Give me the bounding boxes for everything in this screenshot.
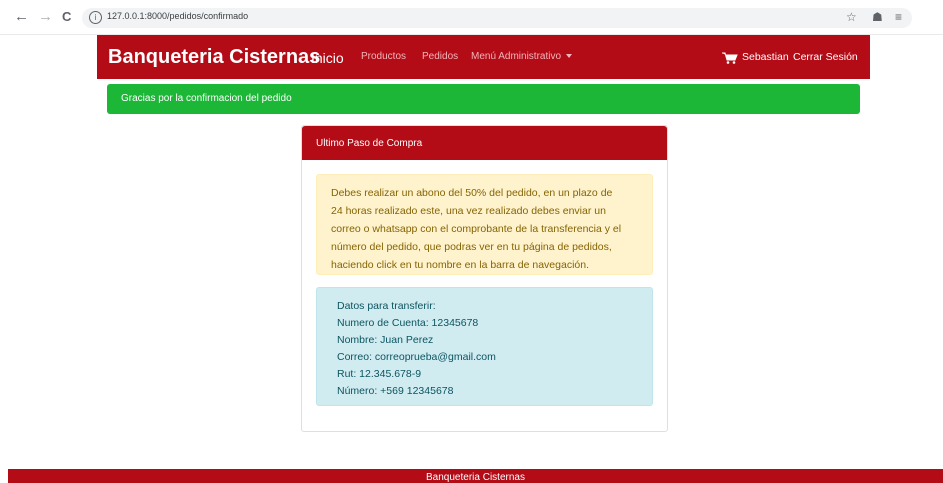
chevron-down-icon <box>566 54 573 59</box>
menu-icon[interactable]: ≡ <box>895 10 902 24</box>
transfer-email: Correo: correoprueba@gmail.com <box>337 351 496 363</box>
info-icon[interactable]: i <box>89 11 102 24</box>
nav-admin-label: Menú Administrativo <box>471 51 562 62</box>
transfer-heading: Datos para transferir: <box>337 300 436 312</box>
back-icon[interactable]: ← <box>14 9 29 25</box>
site-navbar: Banqueteria Cisternas Inicio Productos P… <box>97 35 870 79</box>
forward-icon[interactable]: → <box>38 9 53 25</box>
nav-user-link[interactable]: Sebastian <box>742 51 789 63</box>
url-text[interactable]: 127.0.0.1:8000/pedidos/confirmado <box>107 11 248 21</box>
nav-inicio[interactable]: Inicio <box>311 50 344 66</box>
payment-instructions-alert: Debes realizar un abono del 50% del pedi… <box>316 174 653 275</box>
transfer-data-alert: Datos para transferir: Numero de Cuenta:… <box>316 287 653 406</box>
extensions-icon[interactable]: ☗ <box>872 10 883 24</box>
nav-logout-link[interactable]: Cerrar Sesión <box>793 51 858 63</box>
brand-link[interactable]: Banqueteria Cisternas <box>108 46 320 69</box>
card-title: Ultimo Paso de Compra <box>316 138 423 149</box>
nav-admin-dropdown[interactable]: Menú Administrativo <box>471 51 573 62</box>
warning-line: número del pedido, que podras ver en tu … <box>331 241 612 253</box>
browser-toolbar: ← → C i 127.0.0.1:8000/pedidos/confirmad… <box>0 0 943 35</box>
warning-line: haciendo click en tu nombre en la barra … <box>331 259 589 271</box>
transfer-name: Nombre: Juan Perez <box>337 334 434 346</box>
transfer-account: Numero de Cuenta: 12345678 <box>337 317 479 329</box>
success-alert-text: Gracias por la confirmacion del pedido <box>121 93 292 104</box>
site-footer: Banqueteria Cisternas <box>8 469 943 483</box>
cart-icon[interactable] <box>722 52 738 64</box>
nav-productos[interactable]: Productos <box>361 51 406 62</box>
star-icon[interactable]: ☆ <box>846 10 857 24</box>
nav-pedidos[interactable]: Pedidos <box>422 51 458 62</box>
warning-line: Debes realizar un abono del 50% del pedi… <box>331 187 613 199</box>
transfer-rut: Rut: 12.345.678-9 <box>337 368 422 380</box>
card-header: Ultimo Paso de Compra <box>302 126 667 160</box>
footer-text: Banqueteria Cisternas <box>426 472 525 483</box>
warning-line: 24 horas realizado este, una vez realiza… <box>331 205 606 217</box>
transfer-phone: Número: +569 12345678 <box>337 385 454 397</box>
purchase-card: Ultimo Paso de Compra Debes realizar un … <box>301 125 668 432</box>
warning-line: correo o whatsapp con el comprobante de … <box>331 223 622 235</box>
payment-instructions-text: Debes realizar un abono del 50% del pedi… <box>331 184 643 274</box>
reload-icon[interactable]: C <box>62 9 71 25</box>
success-alert: Gracias por la confirmacion del pedido <box>107 84 860 114</box>
